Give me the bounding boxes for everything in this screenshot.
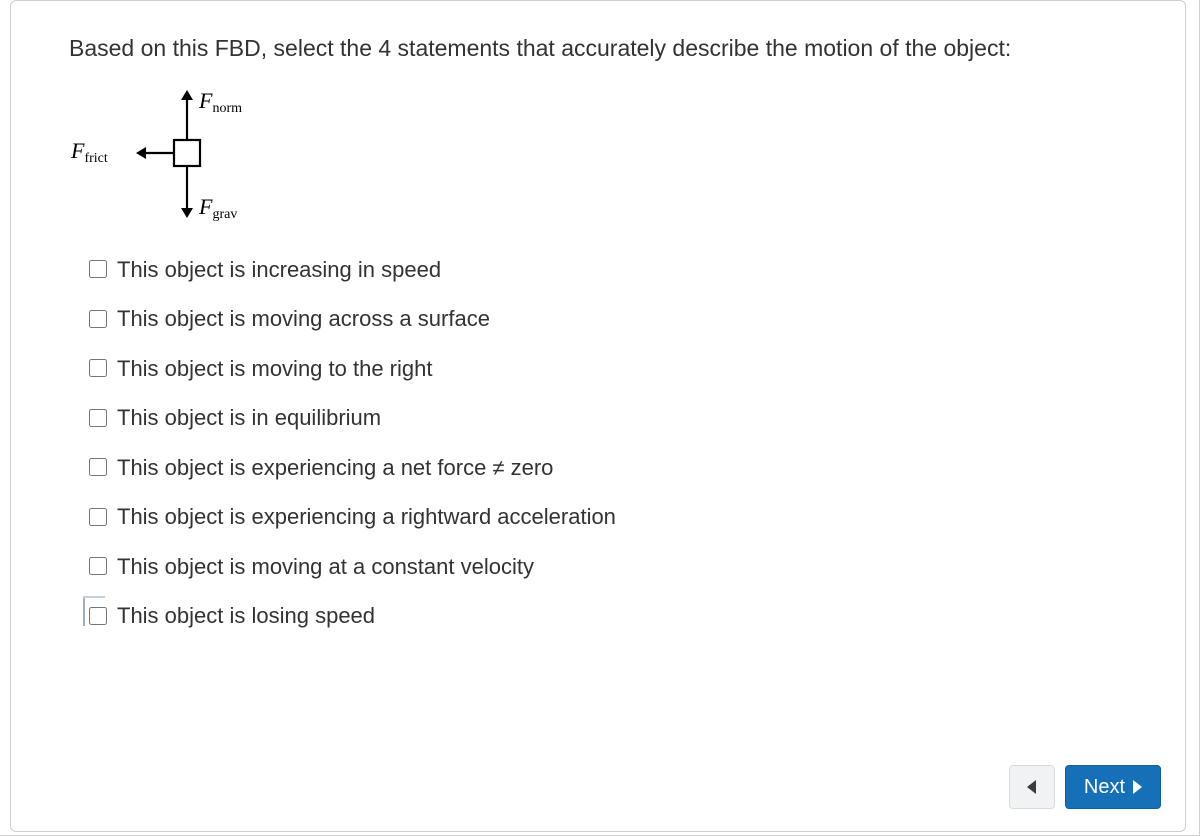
- next-button-label: Next: [1084, 776, 1125, 799]
- fbd-svg: Fnorm Ffrict Fgrav: [69, 84, 289, 234]
- option-row[interactable]: This object is moving across a surface: [89, 305, 1127, 333]
- option-checkbox[interactable]: [89, 557, 107, 575]
- option-row[interactable]: This object is experiencing a rightward …: [89, 503, 1127, 531]
- option-checkbox[interactable]: [89, 458, 107, 476]
- option-row[interactable]: This object is in equilibrium: [89, 404, 1127, 432]
- svg-text:Fgrav: Fgrav: [198, 194, 237, 222]
- option-row[interactable]: This object is losing speed: [89, 602, 1127, 630]
- option-checkbox[interactable]: [89, 409, 107, 427]
- option-checkbox[interactable]: [89, 508, 107, 526]
- option-checkbox[interactable]: [89, 607, 107, 625]
- options-list: This object is increasing in speed This …: [89, 256, 1127, 630]
- option-label: This object is experiencing a net force …: [117, 454, 553, 482]
- option-row[interactable]: This object is experiencing a net force …: [89, 454, 1127, 482]
- option-label: This object is moving at a constant velo…: [117, 553, 534, 581]
- svg-text:Fnorm: Fnorm: [198, 88, 242, 116]
- option-row[interactable]: This object is moving to the right: [89, 355, 1127, 383]
- option-checkbox[interactable]: [89, 260, 107, 278]
- option-label: This object is in equilibrium: [117, 404, 381, 432]
- free-body-diagram: Fnorm Ffrict Fgrav: [69, 84, 289, 234]
- page-container: Based on this FBD, select the 4 statemen…: [0, 0, 1200, 836]
- nav-buttons: Next: [1009, 765, 1161, 809]
- option-label: This object is moving across a surface: [117, 305, 490, 333]
- next-button[interactable]: Next: [1065, 765, 1161, 809]
- option-label: This object is losing speed: [117, 602, 375, 630]
- chevron-left-icon: [1027, 780, 1036, 794]
- option-label: This object is increasing in speed: [117, 256, 441, 284]
- chevron-right-icon: [1133, 780, 1142, 794]
- question-text: Based on this FBD, select the 4 statemen…: [69, 31, 1127, 66]
- question-card: Based on this FBD, select the 4 statemen…: [10, 0, 1186, 832]
- option-row[interactable]: This object is moving at a constant velo…: [89, 553, 1127, 581]
- option-label: This object is moving to the right: [117, 355, 432, 383]
- option-row[interactable]: This object is increasing in speed: [89, 256, 1127, 284]
- option-label: This object is experiencing a rightward …: [117, 503, 616, 531]
- prev-button[interactable]: [1009, 765, 1055, 809]
- svg-text:Ffrict: Ffrict: [70, 138, 108, 166]
- option-checkbox[interactable]: [89, 310, 107, 328]
- option-checkbox[interactable]: [89, 359, 107, 377]
